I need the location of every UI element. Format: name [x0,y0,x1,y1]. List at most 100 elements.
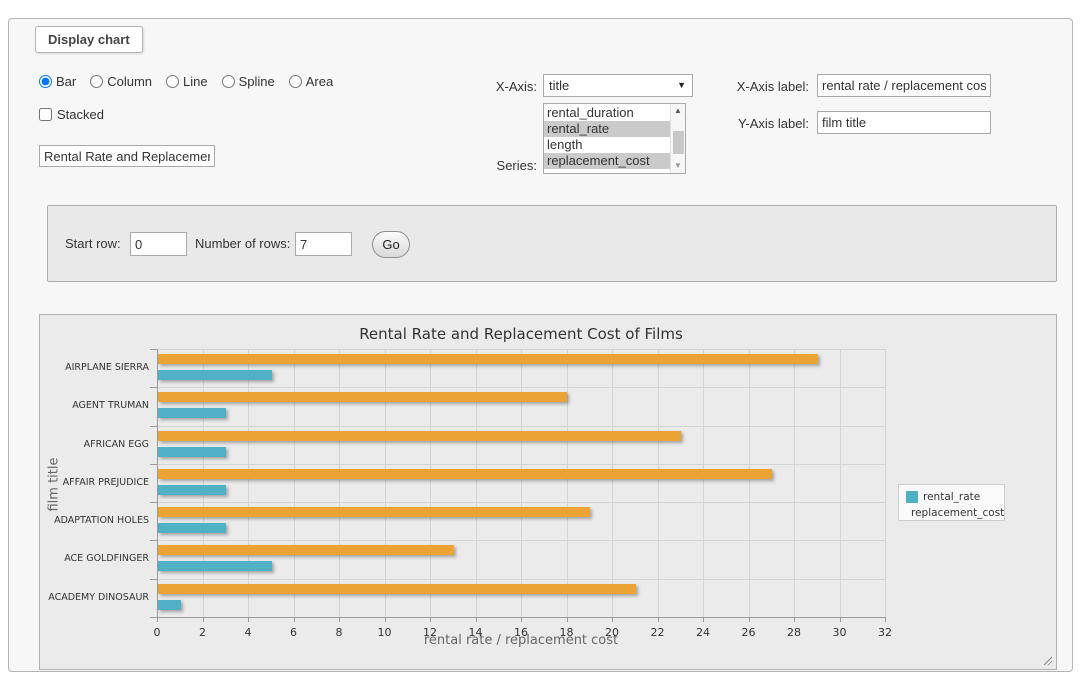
bar-replacement_cost[interactable] [158,507,590,517]
legend-label: rental_rate [923,491,980,503]
x-tick-label: 2 [188,626,218,639]
x-tick-label: 10 [370,626,400,639]
grid-line [612,349,613,617]
bar-replacement_cost[interactable] [158,469,772,479]
series-listbox[interactable]: rental_durationrental_ratelengthreplacem… [543,103,686,174]
category-label: AGENT TRUMAN [47,401,149,411]
x-tick-label: 6 [279,626,309,639]
y-axis-line [157,349,158,618]
go-button[interactable]: Go [372,231,410,258]
chevron-down-icon: ▼ [677,75,686,96]
grid-line [385,349,386,617]
x-tick-label: 28 [779,626,809,639]
chart-title-input[interactable] [39,145,215,167]
bar-replacement_cost[interactable] [158,354,818,364]
chart-type-radio-column[interactable] [90,75,103,88]
grid-line [157,579,885,580]
bar-rental_rate[interactable] [158,561,272,571]
chart-type-radio-spline[interactable] [222,75,235,88]
bar-replacement_cost[interactable] [158,431,681,441]
page: BarColumnLineSplineArea Stacked X-Axis: … [0,0,1081,681]
bar-replacement_cost[interactable] [158,392,567,402]
x-tick-label: 18 [552,626,582,639]
series-option-replacement_cost[interactable]: replacement_cost [544,153,670,169]
series-label: Series: [457,158,537,173]
legend-swatch-rental-rate [906,491,918,503]
x-axis-tick [885,617,886,622]
bar-rental_rate[interactable] [158,370,272,380]
x-tick-label: 26 [734,626,764,639]
bar-replacement_cost[interactable] [158,584,636,594]
legend-item-rental-rate[interactable]: rental_rate [906,489,1004,504]
x-axis-label-input[interactable] [817,74,991,97]
x-tick-label: 0 [142,626,172,639]
x-tick-label: 8 [324,626,354,639]
bar-rental_rate[interactable] [158,408,226,418]
x-tick-label: 4 [233,626,263,639]
bar-rental_rate[interactable] [158,600,181,610]
grid-line [203,349,204,617]
chart-type-radio-area[interactable] [289,75,302,88]
x-tick-label: 24 [688,626,718,639]
chart-type-group: Bar Column Line Spline Area [39,74,333,89]
chart-type-option-line[interactable]: Line [166,74,208,89]
grid-line [157,426,885,427]
grid-line [567,349,568,617]
y-axis-label-caption: Y-Axis label: [721,116,809,131]
listbox-scrollbar[interactable]: ▲ ▼ [670,104,685,173]
series-option-length[interactable]: length [544,137,670,153]
x-tick-label: 32 [870,626,900,639]
grid-line [157,502,885,503]
chart-type-label: Line [183,74,208,89]
grid-line [476,349,477,617]
chart-type-label: Area [306,74,333,89]
grid-line [157,349,885,350]
chart-type-radio-bar[interactable] [39,75,52,88]
x-axis-label: X-Axis: [457,79,537,94]
y-axis-tick [150,579,157,580]
chart-panel: Rental Rate and Replacement Cost of Film… [39,314,1057,670]
display-chart-fieldset: BarColumnLineSplineArea Stacked X-Axis: … [8,18,1073,672]
x-tick-label: 30 [825,626,855,639]
stacked-option[interactable]: Stacked [39,107,104,122]
y-axis-label-input[interactable] [817,111,991,134]
series-option-rental_duration[interactable]: rental_duration [544,105,670,121]
x-tick-label: 16 [506,626,536,639]
bar-rental_rate[interactable] [158,485,226,495]
num-rows-label: Number of rows: [195,232,290,256]
chart-type-option-bar[interactable]: Bar [39,74,76,89]
x-axis-label-caption: X-Axis label: [721,79,809,94]
legend-item-replacement-cost[interactable]: replacement_cost [906,505,1004,520]
x-axis-selected-value: title [549,78,569,93]
resize-grip-icon[interactable] [1042,655,1052,665]
category-label: AFFAIR PREJUDICE [47,478,149,488]
chart-type-option-area[interactable]: Area [289,74,333,89]
y-axis-tick [150,464,157,465]
scroll-up-icon[interactable]: ▲ [671,104,685,118]
stacked-label: Stacked [57,107,104,122]
start-row-input[interactable] [130,232,187,256]
grid-line [430,349,431,617]
chart-type-option-column[interactable]: Column [90,74,152,89]
bar-replacement_cost[interactable] [158,545,454,555]
chart-type-radio-line[interactable] [166,75,179,88]
num-rows-input[interactable] [295,232,352,256]
scroll-down-icon[interactable]: ▼ [671,159,685,173]
x-tick-label: 12 [415,626,445,639]
category-label: AFRICAN EGG [47,440,149,450]
bar-rental_rate[interactable] [158,523,226,533]
chart-type-option-spline[interactable]: Spline [222,74,275,89]
series-option-rental_rate[interactable]: rental_rate [544,121,670,137]
chart-type-label: Column [107,74,152,89]
scrollbar-thumb[interactable] [673,131,684,154]
stacked-checkbox[interactable] [39,108,52,121]
x-axis-select[interactable]: title ▼ [543,74,693,97]
chart-legend: rental_rate replacement_cost [898,484,1005,521]
grid-line [658,349,659,617]
y-axis-tick [150,540,157,541]
bar-rental_rate[interactable] [158,447,226,457]
category-label: ACADEMY DINOSAUR [47,593,149,603]
series-listbox-options: rental_durationrental_ratelengthreplacem… [544,105,670,169]
grid-line [294,349,295,617]
y-axis-tick [150,426,157,427]
